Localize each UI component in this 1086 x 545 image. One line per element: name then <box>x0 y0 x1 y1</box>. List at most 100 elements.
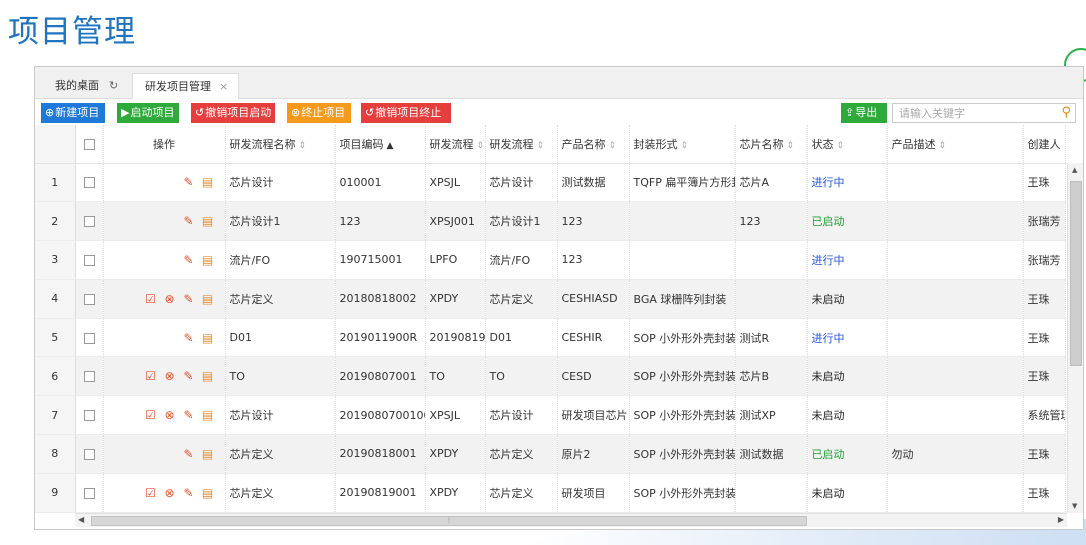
column-header-flow2[interactable]: 研发流程 ⇕ <box>485 125 558 164</box>
scroll-up-arrow-icon[interactable]: ▲ <box>1072 166 1077 174</box>
row-checkbox[interactable] <box>83 332 95 344</box>
document-icon[interactable]: ▤ <box>201 175 215 189</box>
cell-text: XPDY <box>429 447 459 461</box>
cancel-icon[interactable]: ⊗ <box>163 369 177 383</box>
edit-icon[interactable]: ✎ <box>182 369 196 383</box>
refresh-icon[interactable]: ↻ <box>109 79 118 92</box>
table-row[interactable]: 8 ✎ ▤ 芯片定义 20190818001 XPDY 芯片定义 原片2 SOP 小外形外壳封装… <box>35 434 1066 474</box>
close-icon[interactable]: × <box>219 80 228 93</box>
row-checkbox-cell <box>75 279 104 319</box>
column-header-flow[interactable]: 研发流程 ⇕ <box>425 125 486 164</box>
column-header-flow-name[interactable]: 研发流程名称 ⇕ <box>225 125 336 164</box>
edit-icon[interactable]: ✎ <box>182 214 196 228</box>
row-checkbox[interactable] <box>83 448 95 460</box>
column-header-product[interactable]: 产品名称 ⇕ <box>557 125 630 164</box>
edit-flow-icon[interactable]: ☑ <box>144 408 158 422</box>
cell-text: 20190819001 <box>339 486 417 500</box>
tab-rd-project-management[interactable]: 研发项目管理 × <box>132 73 239 99</box>
edit-icon[interactable]: ✎ <box>182 175 196 189</box>
row-actions: ✎ ▤ <box>103 163 226 203</box>
select-all-checkbox[interactable] <box>83 138 95 150</box>
edit-icon[interactable]: ✎ <box>182 253 196 267</box>
cell-text: CESHIR <box>561 331 603 345</box>
table-row[interactable]: 1✎▤芯片设计010001XPSJL芯片设计测试数据TQFP 扁平簿片方形封装芯… <box>35 163 1066 203</box>
search-input[interactable] <box>893 104 1053 122</box>
cell-package: SOP 小外形外壳封装 <box>629 318 736 358</box>
table-row[interactable]: 5✎▤D012019011900R201908190D01CESHIRSOP 小… <box>35 318 1066 358</box>
column-header-code[interactable]: 项目编码 ▲ <box>335 125 426 164</box>
scroll-down-arrow-icon[interactable]: ▼ <box>1072 502 1077 510</box>
row-checkbox[interactable] <box>83 293 95 305</box>
edit-flow-icon[interactable]: ☑ <box>144 369 158 383</box>
cell-flow-name: 芯片定义 <box>225 434 336 474</box>
document-icon[interactable]: ▤ <box>201 214 215 228</box>
row-checkbox[interactable] <box>83 371 95 383</box>
cancel-icon[interactable]: ⊗ <box>163 408 177 422</box>
table-row[interactable]: 3 ✎ ▤ 流片/FO 190715001 LPFO 流片/FO 123 进行中 张瑞芳 <box>35 240 1066 280</box>
document-icon[interactable]: ▤ <box>201 253 215 267</box>
document-icon[interactable]: ▤ <box>201 369 215 383</box>
cancel-icon[interactable]: ⊗ <box>163 292 177 306</box>
search-icon[interactable]: ⚲ <box>1061 105 1071 120</box>
cell-text: 芯片设计1 <box>229 215 281 229</box>
cell-text: 王珠 <box>1027 447 1050 461</box>
scroll-left-arrow-icon[interactable]: ◀ <box>78 515 84 524</box>
table-row[interactable]: 7 ☑ ⊗ ✎ ▤ 芯片设计 2019080700100 XPSJL 芯片设计 研发项目芯片 SOP… <box>35 395 1066 436</box>
cell-text: 2019011900R <box>339 331 418 345</box>
tab-my-desktop[interactable]: 我的桌面 ↻ <box>55 73 118 99</box>
column-header-package[interactable]: 封装形式 ⇕ <box>629 125 736 164</box>
table-row[interactable]: 2 ✎ ▤ 芯片设计1 123 XPSJ001 芯片设计1 123 123 已启动 张瑞芳 <box>35 201 1066 242</box>
cell-text: 芯片定义 <box>489 486 534 500</box>
sort-icon: ⇕ <box>298 140 307 151</box>
edit-icon[interactable]: ✎ <box>182 408 196 422</box>
cancel-project-start-button[interactable]: ↺撤销项目启动 <box>191 103 275 123</box>
document-icon[interactable]: ▤ <box>201 331 215 345</box>
scroll-right-arrow-icon[interactable]: ▶ <box>1058 515 1064 524</box>
row-checkbox[interactable] <box>83 216 95 228</box>
edit-icon[interactable]: ✎ <box>182 447 196 461</box>
document-icon[interactable]: ▤ <box>201 292 215 306</box>
cell-text: 芯片B <box>739 370 770 384</box>
cell-text: 王珠 <box>1027 370 1050 384</box>
row-number: 1 <box>35 163 76 203</box>
cancel-circle-icon: ⊗ <box>291 106 301 119</box>
document-icon[interactable]: ▤ <box>201 408 215 422</box>
status-badge: 未启动 <box>811 292 845 306</box>
cancel-icon[interactable]: ⊗ <box>163 486 177 500</box>
vertical-scrollbar[interactable]: ▲ ▼ <box>1067 163 1083 513</box>
edit-icon[interactable]: ✎ <box>182 331 196 345</box>
new-project-button[interactable]: ⊕新建项目 <box>41 103 105 123</box>
terminate-project-button[interactable]: ⊗终止项目 <box>287 103 351 123</box>
table-row[interactable]: 4 ☑ ⊗ ✎ ▤ 芯片定义 20180818002 XPDY 芯片定义 CESHIASD BGA … <box>35 279 1066 319</box>
start-project-button[interactable]: ▶启动项目 <box>117 103 179 123</box>
edit-icon[interactable]: ✎ <box>182 292 196 306</box>
edit-flow-icon[interactable]: ☑ <box>144 486 158 500</box>
row-actions: ✎ ▤ <box>103 240 226 280</box>
horizontal-scrollbar[interactable]: ◀ ⦙ ▶ <box>75 513 1067 527</box>
cell-text: SOP 小外形外壳封装 <box>633 409 735 423</box>
cell-text: 王珠 <box>1027 292 1050 306</box>
cell-code: 010001 <box>335 163 426 203</box>
table-row[interactable]: 9 ☑ ⊗ ✎ ▤ 芯片定义 20190819001 XPDY 芯片定义 研发项目 SOP 小外形外… <box>35 473 1066 513</box>
vertical-scroll-thumb[interactable] <box>1070 181 1082 366</box>
column-header-chip[interactable]: 芯片名称 ⇕ <box>735 125 808 164</box>
row-checkbox[interactable] <box>83 177 95 189</box>
row-checkbox[interactable] <box>83 410 95 422</box>
document-icon[interactable]: ▤ <box>201 486 215 500</box>
edit-flow-icon[interactable]: ☑ <box>144 292 158 306</box>
horizontal-scroll-thumb[interactable]: ⦙ <box>91 516 807 526</box>
column-header-desc[interactable]: 产品描述 ⇕ <box>887 125 1024 164</box>
export-button[interactable]: ⇪导出 <box>841 103 887 123</box>
column-header-creator[interactable]: 创建人⇕ <box>1023 125 1066 164</box>
column-header-status[interactable]: 状态 ⇕ <box>807 125 888 164</box>
status-badge: 未启动 <box>811 370 845 384</box>
row-checkbox[interactable] <box>83 487 95 499</box>
document-icon[interactable]: ▤ <box>201 447 215 461</box>
cell-text: 测试XP <box>739 409 776 423</box>
cancel-project-terminate-button[interactable]: ↺撤销项目终止 <box>361 103 451 123</box>
table-row[interactable]: 6 ☑ ⊗ ✎ ▤ TO 20190807001 TO TO CESD SOP 小外形外壳封装 芯片B… <box>35 356 1066 397</box>
row-checkbox[interactable] <box>83 254 95 266</box>
edit-icon[interactable]: ✎ <box>182 486 196 500</box>
sort-ascending-icon: ▲ <box>386 140 394 151</box>
column-header-ops: 操作 <box>103 125 226 164</box>
